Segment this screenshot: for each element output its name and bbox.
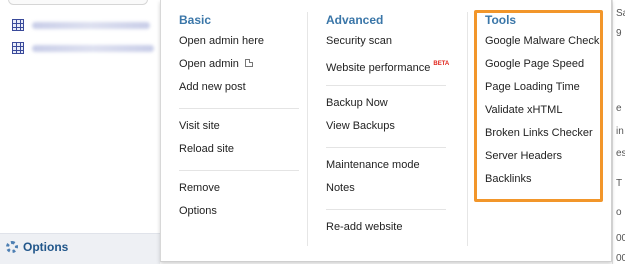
clipped-text: o — [616, 207, 622, 218]
background-content-edge: Sa 9 e in es T o 00 00 — [612, 0, 625, 264]
menu-divider — [179, 108, 299, 109]
clipped-text: es — [616, 148, 625, 159]
re-add-website-item[interactable]: Re-add website — [326, 216, 451, 239]
beta-badge: BETA — [433, 61, 450, 67]
options-label: Options — [23, 240, 69, 254]
website-performance-label: Website performance — [326, 62, 431, 74]
page-loading-time-item[interactable]: Page Loading Time — [485, 76, 600, 99]
validate-xhtml-item[interactable]: Validate xHTML — [485, 99, 600, 122]
site-list-sidebar — [0, 0, 160, 264]
basic-column: Basic Open admin here Open admin Add new… — [179, 12, 299, 223]
advanced-column: Advanced Security scan Website performan… — [326, 12, 451, 239]
website-performance-item[interactable]: Website performance BETA — [326, 53, 451, 76]
backlinks-item[interactable]: Backlinks — [485, 168, 600, 191]
reload-site-item[interactable]: Reload site — [179, 138, 299, 161]
options-item[interactable]: Options — [179, 200, 299, 223]
clipped-text: 00 — [616, 233, 625, 244]
site-actions-dropdown: Basic Open admin here Open admin Add new… — [160, 0, 612, 262]
search-input[interactable] — [8, 0, 148, 5]
clipped-text: e — [616, 103, 622, 114]
external-link-icon — [244, 59, 253, 67]
tools-list: Google Malware Check Google Page Speed P… — [475, 30, 600, 191]
google-malware-check-item[interactable]: Google Malware Check — [485, 30, 600, 53]
notes-item[interactable]: Notes — [326, 177, 451, 200]
security-scan-item[interactable]: Security scan — [326, 30, 451, 53]
site-grid-icon — [12, 42, 24, 54]
clipped-text: 00 — [616, 253, 625, 264]
basic-heading: Basic — [179, 13, 212, 27]
column-separator — [467, 12, 468, 246]
gear-icon — [6, 241, 18, 253]
options-link[interactable]: Options — [6, 240, 68, 254]
maintenance-mode-item[interactable]: Maintenance mode — [326, 154, 451, 177]
clipped-text: 9 — [616, 28, 622, 39]
clipped-text: Sa — [616, 8, 625, 19]
tools-column: Tools Google Malware Check Google Page S… — [475, 12, 600, 191]
remove-item[interactable]: Remove — [179, 177, 299, 200]
menu-divider — [326, 85, 446, 86]
clipped-text: in — [616, 126, 624, 137]
backup-now-item[interactable]: Backup Now — [326, 92, 451, 115]
clipped-text: T — [616, 178, 623, 189]
menu-divider — [179, 170, 299, 171]
open-admin-item[interactable]: Open admin — [179, 53, 299, 76]
site-grid-icon — [12, 19, 24, 31]
advanced-heading: Advanced — [326, 13, 384, 27]
site-list-item[interactable] — [12, 17, 150, 33]
server-headers-item[interactable]: Server Headers — [485, 145, 600, 168]
google-page-speed-item[interactable]: Google Page Speed — [485, 53, 600, 76]
site-url-blurred — [32, 21, 150, 29]
search-field-edge — [0, 0, 160, 6]
add-new-post-item[interactable]: Add new post — [179, 76, 299, 99]
menu-divider — [326, 209, 446, 210]
visit-site-item[interactable]: Visit site — [179, 115, 299, 138]
menu-divider — [326, 147, 446, 148]
broken-links-checker-item[interactable]: Broken Links Checker — [485, 122, 600, 145]
view-backups-item[interactable]: View Backups — [326, 115, 451, 138]
site-list-item[interactable] — [12, 40, 154, 56]
tools-heading: Tools — [485, 13, 517, 27]
column-separator — [307, 12, 308, 246]
open-admin-label: Open admin — [179, 58, 239, 70]
site-url-blurred — [32, 44, 154, 52]
open-admin-here-item[interactable]: Open admin here — [179, 30, 299, 53]
